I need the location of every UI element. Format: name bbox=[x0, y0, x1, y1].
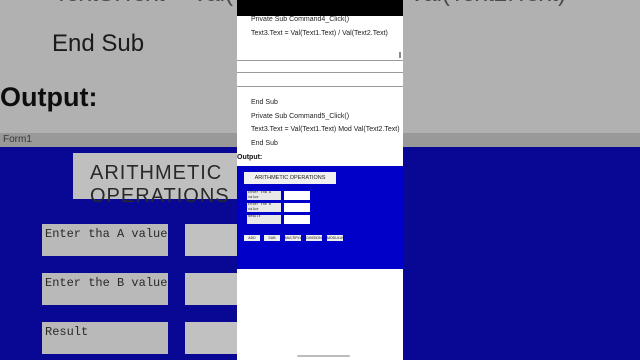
separator-line bbox=[237, 86, 403, 87]
separator-line bbox=[237, 60, 403, 61]
label-b-value: Enter the B value bbox=[247, 203, 281, 212]
code-line-command4: Private Sub Command4_Click() bbox=[251, 16, 350, 23]
label-result: Result bbox=[247, 215, 281, 224]
sub-button[interactable]: SUB bbox=[264, 235, 280, 241]
division-button[interactable]: DIVISION bbox=[306, 235, 322, 241]
textbox-result[interactable] bbox=[284, 215, 310, 224]
code-line-end-sub: End Sub bbox=[251, 140, 278, 147]
modulus-button[interactable]: MODULUS bbox=[327, 235, 345, 241]
top-black-bar bbox=[237, 0, 403, 16]
code-line-command5: Private Sub Command5_Click() bbox=[251, 113, 350, 120]
code-line-modulus: Text3.Text = Val(Text1.Text) Mod Val(Tex… bbox=[251, 126, 400, 133]
separator-line bbox=[237, 72, 403, 73]
code-line-end-sub: End Sub bbox=[251, 99, 278, 106]
home-indicator[interactable] bbox=[297, 355, 350, 357]
textbox-b[interactable] bbox=[284, 203, 310, 212]
multiply-button[interactable]: MULTIPLY bbox=[285, 235, 302, 241]
textbox-a[interactable] bbox=[284, 191, 310, 200]
add-button[interactable]: ADD bbox=[244, 235, 260, 241]
scroll-indicator[interactable] bbox=[399, 52, 401, 58]
output-label: Output: bbox=[237, 154, 263, 161]
vb-form-window: ARITHMETIC OPERATIONS Enter tha A value … bbox=[237, 166, 403, 269]
label-a-value: Enter tha A value bbox=[247, 191, 281, 200]
phone-screen: Private Sub Command4_Click() Text3.Text … bbox=[237, 0, 403, 360]
form-title: ARITHMETIC OPERATIONS bbox=[244, 172, 336, 184]
code-line-division: Text3.Text = Val(Text1.Text) / Val(Text2… bbox=[251, 30, 388, 37]
